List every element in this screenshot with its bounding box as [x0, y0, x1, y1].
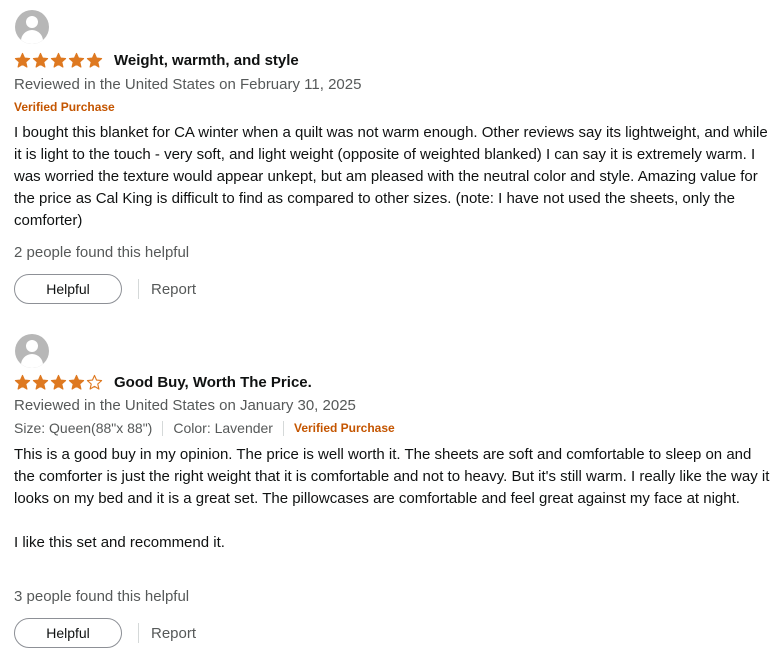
divider: [162, 420, 164, 436]
verified-purchase-badge: Verified Purchase: [14, 100, 115, 114]
reviewer-profile[interactable]: [15, 334, 61, 368]
star-empty-icon: [86, 374, 103, 390]
review-body-text: This is a good buy in my opinion. The pr…: [14, 446, 770, 507]
avatar: [15, 10, 49, 44]
star-filled-icon: [86, 52, 103, 68]
star-filled-icon: [50, 374, 67, 390]
star-filled-icon: [32, 374, 49, 390]
reviewer-profile[interactable]: [15, 10, 61, 44]
size-attribute[interactable]: Size: Queen(88"x 88"): [14, 420, 152, 436]
review-title-row: Good Buy, Worth The Price.: [14, 374, 312, 391]
star-filled-icon: [32, 52, 49, 68]
helpful-count: 2 people found this helpful: [14, 244, 190, 261]
review-body: This is a good buy in my opinion. The pr…: [14, 444, 774, 554]
product-attributes: Size: Queen(88"x 88") Color: Lavender Ve…: [14, 420, 395, 436]
review-actions: Helpful Report: [14, 618, 196, 648]
verified-purchase-badge: Verified Purchase: [293, 421, 395, 435]
star-filled-icon: [14, 52, 31, 68]
report-link[interactable]: Report: [151, 625, 196, 642]
divider: [282, 420, 284, 436]
divider: [138, 279, 139, 299]
divider: [138, 623, 139, 643]
review-title-row: Weight, warmth, and style: [14, 52, 299, 69]
star-rating: [14, 374, 104, 391]
helpful-button[interactable]: Helpful: [14, 618, 122, 648]
star-filled-icon: [14, 374, 31, 390]
review-title[interactable]: Weight, warmth, and style: [114, 52, 299, 69]
helpful-button[interactable]: Helpful: [14, 274, 122, 304]
review-date: Reviewed in the United States on January…: [14, 397, 356, 414]
star-filled-icon: [68, 374, 85, 390]
review-body-text: I like this set and recommend it.: [14, 534, 225, 551]
review-body: I bought this blanket for CA winter when…: [14, 122, 774, 232]
star-filled-icon: [68, 52, 85, 68]
review-actions: Helpful Report: [14, 274, 196, 304]
avatar: [15, 334, 49, 368]
report-link[interactable]: Report: [151, 281, 196, 298]
review-title[interactable]: Good Buy, Worth The Price.: [114, 374, 312, 391]
color-attribute: Color: Lavender: [173, 420, 273, 436]
star-filled-icon: [50, 52, 67, 68]
helpful-count: 3 people found this helpful: [14, 588, 190, 605]
review-date: Reviewed in the United States on Februar…: [14, 76, 362, 93]
review-body-text: I bought this blanket for CA winter when…: [14, 124, 768, 229]
star-rating: [14, 52, 104, 69]
